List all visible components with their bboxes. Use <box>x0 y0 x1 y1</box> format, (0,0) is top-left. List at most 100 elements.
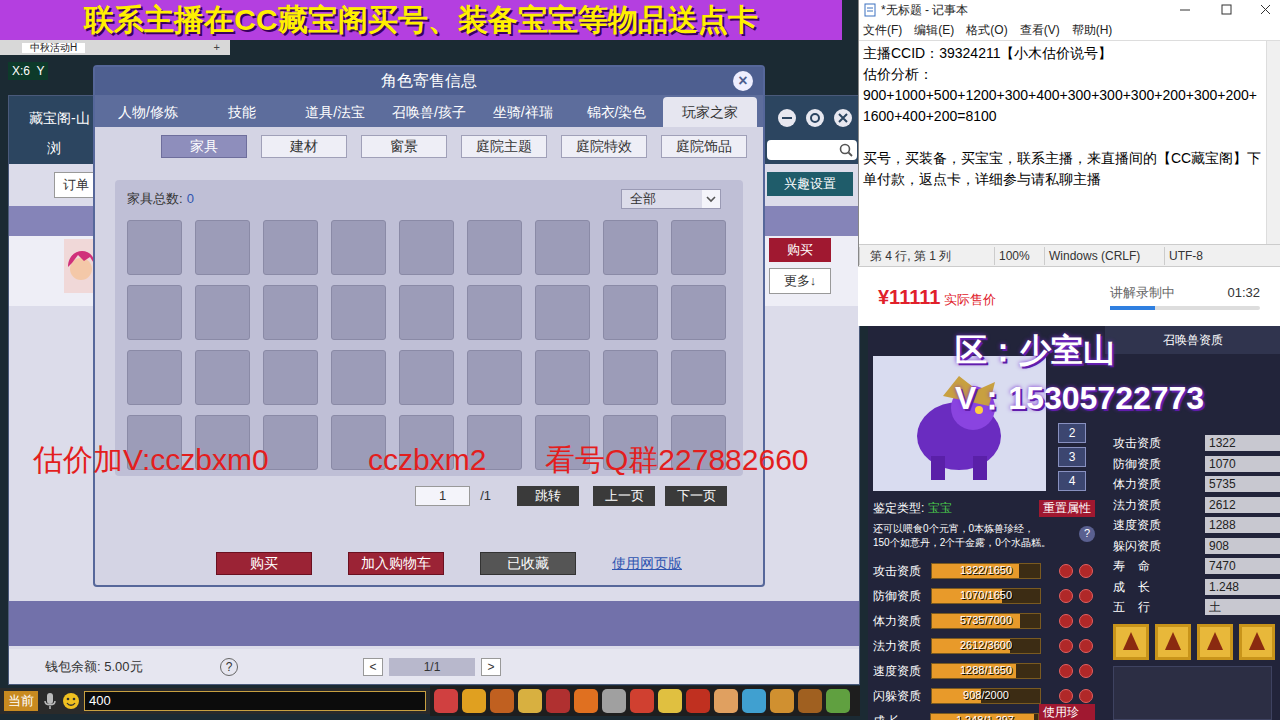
increase-button[interactable] <box>1079 564 1093 578</box>
increase-button[interactable] <box>1079 689 1093 703</box>
furniture-slot[interactable] <box>331 220 386 275</box>
decrease-button[interactable] <box>1059 689 1073 703</box>
more-button[interactable]: 更多↓ <box>769 268 831 294</box>
dialog-tab[interactable]: 坐骑/祥瑞 <box>476 97 570 127</box>
decrease-button[interactable] <box>1059 564 1073 578</box>
pet-number-button[interactable]: 3 <box>1058 447 1086 467</box>
jump-button[interactable]: 跳转 <box>517 486 579 506</box>
action-button[interactable]: 加入购物车 <box>348 552 444 575</box>
furniture-slot[interactable] <box>399 350 454 405</box>
search-field[interactable] <box>767 140 857 160</box>
menu-item[interactable]: 帮助(H) <box>1072 21 1113 39</box>
furniture-slot[interactable] <box>195 285 250 340</box>
shortcut-icon[interactable] <box>826 689 850 713</box>
chat-channel[interactable]: 当前 <box>4 691 38 711</box>
scrollbar[interactable] <box>1266 41 1280 244</box>
sub-tab[interactable]: 庭院饰品 <box>661 135 747 158</box>
furniture-slot[interactable] <box>263 350 318 405</box>
dialog-tab[interactable]: 锦衣/染色 <box>570 97 664 127</box>
shortcut-icon[interactable] <box>602 689 626 713</box>
furniture-slot[interactable] <box>603 350 658 405</box>
furniture-slot[interactable] <box>399 285 454 340</box>
menu-item[interactable]: 文件(F) <box>863 21 902 39</box>
furniture-slot[interactable] <box>263 415 318 470</box>
furniture-slot[interactable] <box>399 220 454 275</box>
action-button[interactable]: 购买 <box>216 552 312 575</box>
furniture-slot[interactable] <box>603 220 658 275</box>
shortcut-icon[interactable] <box>714 689 738 713</box>
furniture-slot[interactable] <box>535 220 590 275</box>
dialog-tab[interactable]: 玩家之家 <box>663 97 757 127</box>
shortcut-icon[interactable] <box>686 689 710 713</box>
dialog-tab[interactable]: 道具/法宝 <box>288 97 382 127</box>
help-button[interactable]: ? <box>1079 526 1095 542</box>
shortcut-icon[interactable] <box>546 689 570 713</box>
browse-tab[interactable]: 浏 <box>47 138 61 159</box>
buy-button[interactable]: 购买 <box>769 238 831 262</box>
use-scroll-button[interactable]: 使用珍经 <box>1039 704 1095 720</box>
sub-tab[interactable]: 庭院特效 <box>561 135 647 158</box>
sub-tab[interactable]: 庭院主题 <box>461 135 547 158</box>
action-button[interactable]: 已收藏 <box>480 552 576 575</box>
order-button[interactable]: 订单 <box>54 172 98 198</box>
shortcut-icon[interactable] <box>630 689 654 713</box>
shortcut-icon[interactable] <box>770 689 794 713</box>
sub-tab[interactable]: 窗景 <box>361 135 447 158</box>
sub-tab[interactable]: 家具 <box>161 135 247 158</box>
increase-button[interactable] <box>1079 614 1093 628</box>
furniture-slot[interactable] <box>671 220 726 275</box>
shortcut-icon[interactable] <box>658 689 682 713</box>
furniture-slot[interactable] <box>467 285 522 340</box>
pet-number-button[interactable]: 2 <box>1058 423 1086 443</box>
prev-page-button[interactable]: 上一页 <box>593 486 655 506</box>
furniture-slot[interactable] <box>331 285 386 340</box>
increase-button[interactable] <box>1079 664 1093 678</box>
menu-item[interactable]: 编辑(E) <box>914 21 954 39</box>
close-button[interactable]: × <box>733 71 753 91</box>
furniture-slot[interactable] <box>195 220 250 275</box>
decrease-button[interactable] <box>1059 589 1073 603</box>
furniture-slot[interactable] <box>263 220 318 275</box>
furniture-slot[interactable] <box>535 285 590 340</box>
furniture-slot[interactable] <box>263 285 318 340</box>
dialog-tab[interactable]: 技能 <box>195 97 289 127</box>
chat-input[interactable]: 400 <box>84 691 426 711</box>
menu-item[interactable]: 查看(V) <box>1020 21 1060 39</box>
furniture-slot[interactable] <box>671 350 726 405</box>
action-button[interactable]: 使用网页版 <box>612 553 682 574</box>
shortcut-icon[interactable] <box>798 689 822 713</box>
decrease-button[interactable] <box>1059 664 1073 678</box>
shortcut-icon[interactable] <box>518 689 542 713</box>
shortcut-icon[interactable] <box>574 689 598 713</box>
furniture-slot[interactable] <box>331 350 386 405</box>
next-page-button[interactable]: 下一页 <box>665 486 727 506</box>
page-input[interactable]: 1 <box>415 486 470 506</box>
shortcut-icon[interactable] <box>462 689 486 713</box>
furniture-slot[interactable] <box>127 350 182 405</box>
pet-number-button[interactable]: 4 <box>1058 471 1086 491</box>
furniture-slot[interactable] <box>603 285 658 340</box>
menu-item[interactable]: 格式(O) <box>966 21 1007 39</box>
furniture-slot[interactable] <box>195 350 250 405</box>
decrease-button[interactable] <box>1059 614 1073 628</box>
increase-button[interactable] <box>1079 639 1093 653</box>
shortcut-icon[interactable] <box>742 689 766 713</box>
furniture-slot[interactable] <box>535 350 590 405</box>
furniture-slot[interactable] <box>127 220 182 275</box>
furniture-slot[interactable] <box>671 285 726 340</box>
shortcut-icon[interactable] <box>434 689 458 713</box>
notepad-text[interactable]: 主播CCID：39324211【小木估价说号】估价分析：900+1000+500… <box>859 41 1266 244</box>
dialog-tab[interactable]: 召唤兽/孩子 <box>382 97 476 127</box>
interest-button[interactable]: 兴趣设置 <box>767 172 853 196</box>
shortcut-icon[interactable] <box>490 689 514 713</box>
filter-dropdown[interactable]: 全部 <box>621 189 721 209</box>
increase-button[interactable] <box>1079 589 1093 603</box>
furniture-slot[interactable] <box>467 220 522 275</box>
prev-page-button[interactable]: < <box>363 658 383 676</box>
furniture-slot[interactable] <box>127 285 182 340</box>
sub-tab[interactable]: 建材 <box>261 135 347 158</box>
help-button[interactable]: ? <box>220 658 238 676</box>
next-page-button[interactable]: > <box>481 658 501 676</box>
game-tab[interactable]: 中秋活动H <box>22 43 85 53</box>
decrease-button[interactable] <box>1059 639 1073 653</box>
